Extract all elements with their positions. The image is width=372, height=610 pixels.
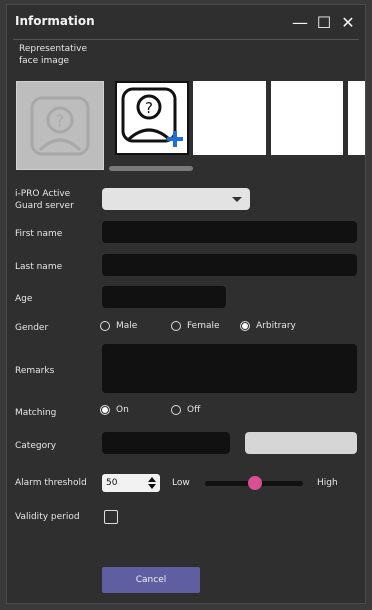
gender-arbitrary-radio[interactable]: Arbitrary — [240, 321, 296, 331]
matching-label: Matching — [15, 408, 57, 418]
question-face-icon: ? — [30, 96, 90, 155]
validity-period-checkbox[interactable] — [104, 510, 118, 524]
alarm-threshold-value: 50 — [106, 478, 118, 488]
gender-female-radio[interactable]: Female — [171, 321, 220, 331]
alarm-low-label: Low — [172, 478, 190, 488]
last-name-field[interactable] — [102, 254, 357, 276]
radio-circle — [171, 321, 181, 331]
matching-off-label: Off — [187, 405, 201, 415]
alarm-high-label: High — [317, 478, 338, 488]
close-button[interactable]: ✕ — [337, 11, 359, 33]
thumbnail-scrollbar[interactable] — [109, 166, 193, 171]
maximize-button[interactable]: ☐ — [313, 11, 335, 33]
alarm-threshold-stepper[interactable]: 50 — [102, 474, 160, 492]
category-label: Category — [15, 441, 57, 451]
remarks-label: Remarks — [15, 366, 55, 376]
gender-female-label: Female — [187, 321, 220, 331]
minimize-button[interactable]: — — [289, 11, 311, 33]
server-label: i-PRO Active Guard server — [15, 189, 74, 211]
radio-dot — [102, 407, 108, 413]
title-divider — [13, 39, 359, 40]
representative-face-label: Representative face image — [19, 44, 88, 66]
cancel-button[interactable]: Cancel — [102, 567, 200, 593]
stepper-down-icon[interactable] — [148, 484, 156, 489]
radio-circle-selected — [240, 321, 250, 331]
last-name-label: Last name — [15, 262, 63, 272]
gender-arbitrary-label: Arbitrary — [256, 321, 296, 331]
matching-on-label: On — [116, 405, 129, 415]
radio-dot — [242, 323, 248, 329]
first-name-field[interactable] — [102, 221, 357, 243]
slider-thumb[interactable] — [248, 476, 262, 490]
category-field[interactable] — [102, 432, 230, 454]
gender-male-label: Male — [116, 321, 138, 331]
age-field[interactable] — [102, 286, 226, 308]
category-select-button[interactable] — [245, 432, 357, 454]
chevron-down-icon — [232, 197, 242, 202]
information-window: Information — ☐ ✕ Representative face im… — [6, 4, 366, 604]
validity-period-label: Validity period — [15, 512, 80, 522]
face-thumbnail[interactable] — [193, 81, 266, 155]
window-title: Information — [15, 14, 95, 28]
remarks-field[interactable] — [102, 344, 357, 393]
title-bar: Information — ☐ ✕ — [7, 5, 365, 39]
radio-circle — [100, 321, 110, 331]
representative-face-image: ? — [16, 81, 104, 170]
radio-circle-selected — [100, 405, 110, 415]
svg-text:?: ? — [145, 99, 153, 117]
gender-label: Gender — [15, 323, 49, 333]
first-name-label: First name — [15, 229, 63, 239]
stepper-up-icon[interactable] — [148, 477, 156, 482]
server-combobox[interactable] — [102, 188, 250, 210]
matching-off-radio[interactable]: Off — [171, 405, 200, 415]
radio-circle — [171, 405, 181, 415]
face-thumbnail[interactable] — [348, 81, 365, 155]
add-face-icon: ? — [121, 87, 183, 147]
gender-male-radio[interactable]: Male — [100, 321, 137, 331]
svg-text:?: ? — [56, 111, 65, 130]
alarm-threshold-label: Alarm threshold — [15, 478, 87, 488]
face-thumbnail[interactable] — [271, 81, 343, 155]
age-label: Age — [15, 294, 33, 304]
add-face-thumbnail[interactable]: ? — [115, 81, 189, 155]
matching-on-radio[interactable]: On — [100, 405, 129, 415]
